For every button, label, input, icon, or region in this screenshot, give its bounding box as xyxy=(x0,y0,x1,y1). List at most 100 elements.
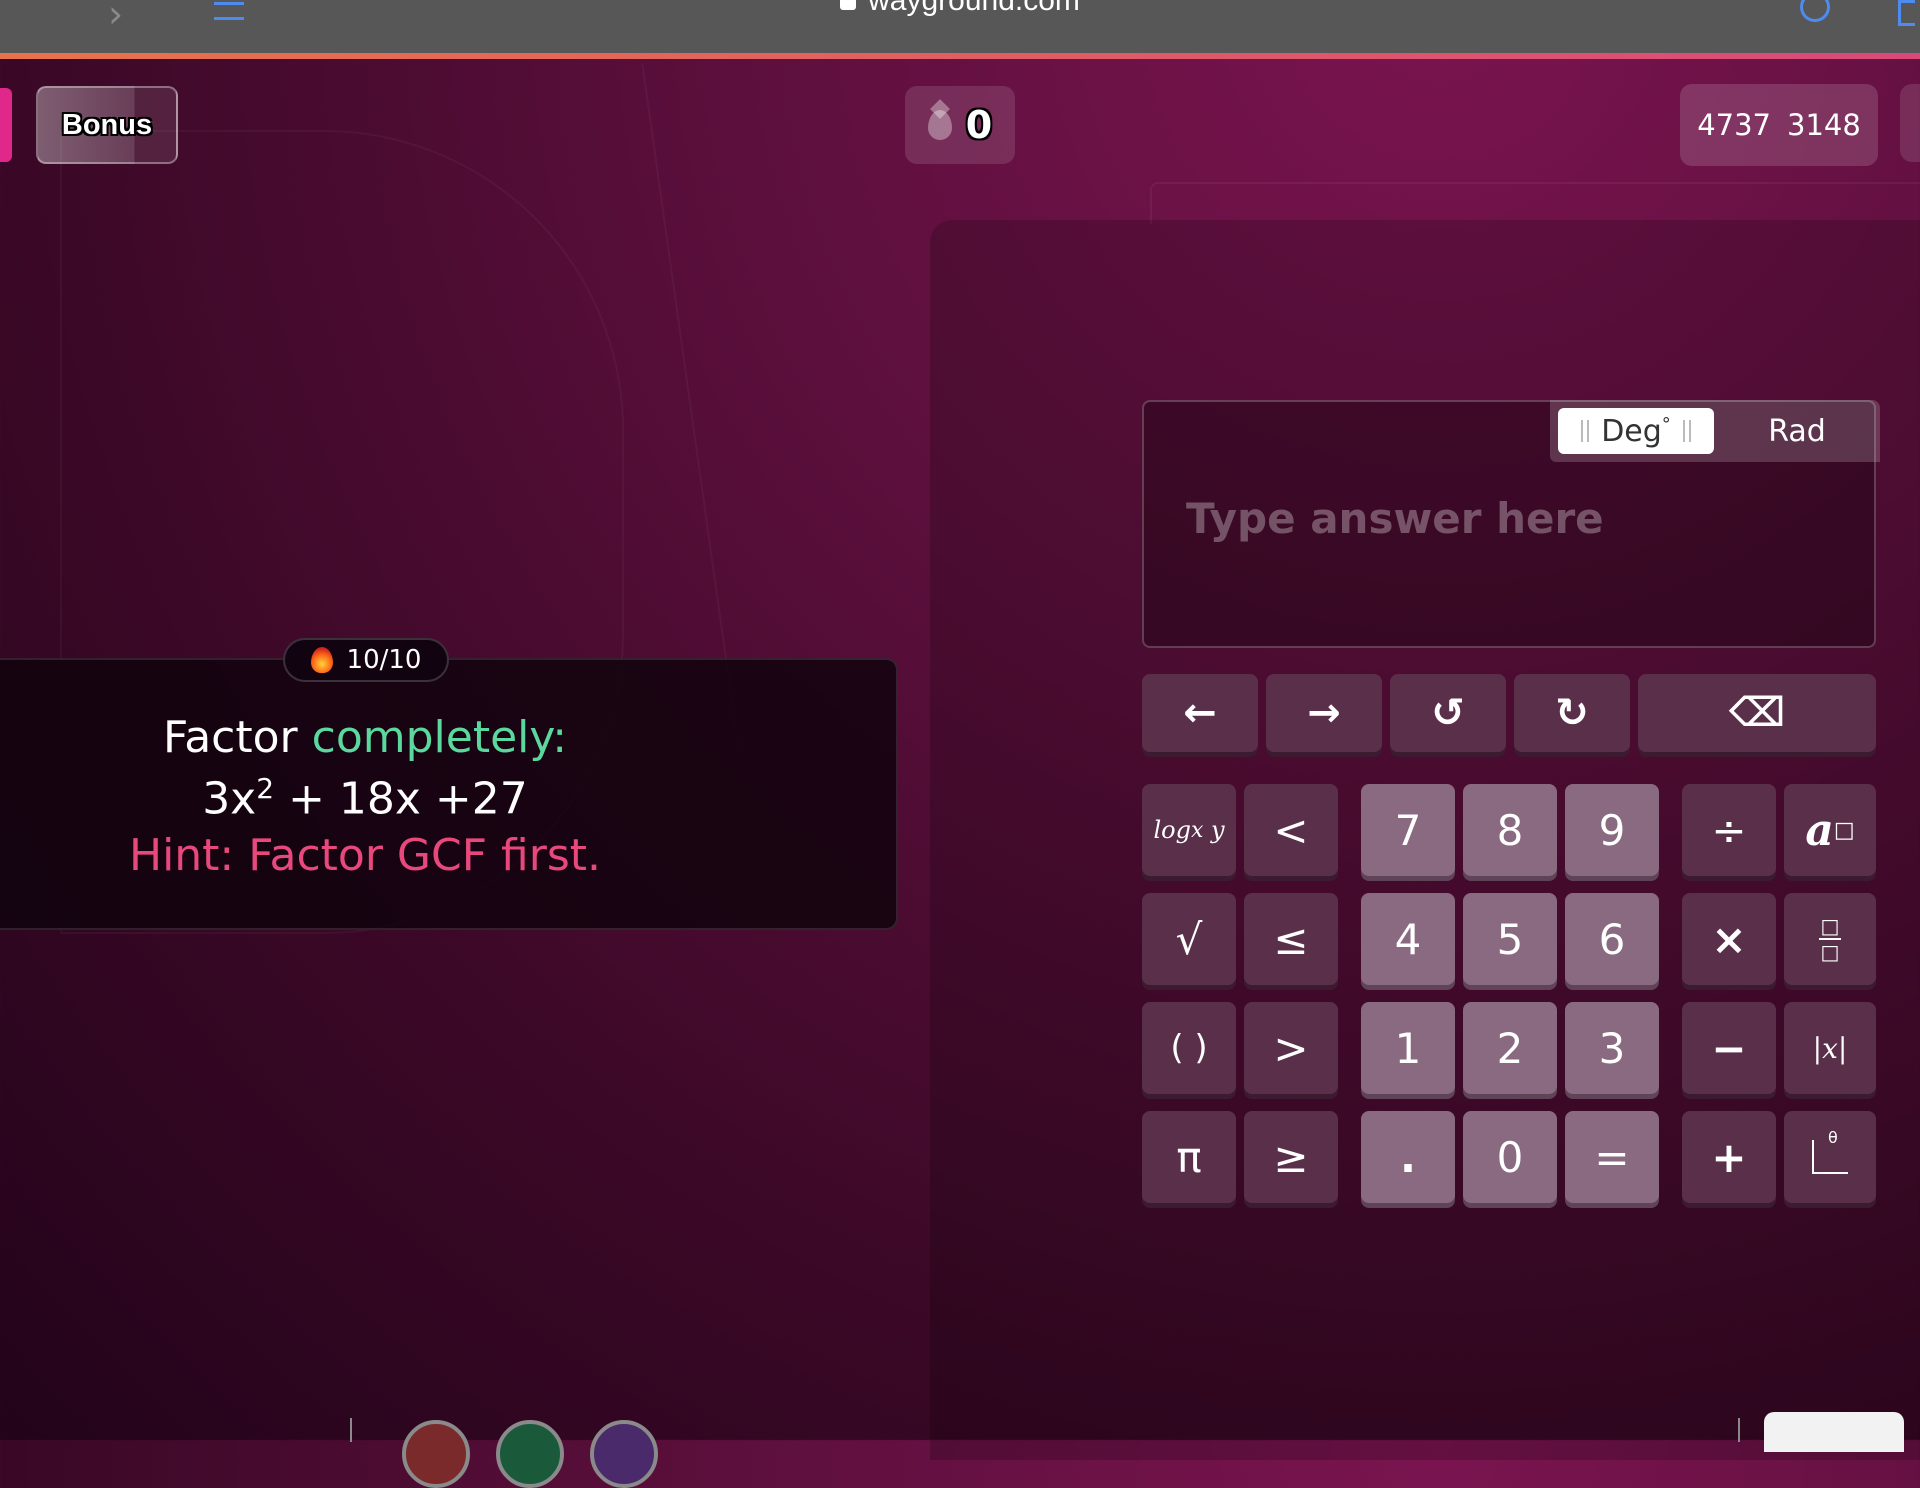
equals-label: = xyxy=(1594,1132,1630,1182)
expression-exponent: 2 xyxy=(256,772,275,805)
digit-9-button[interactable]: 9 xyxy=(1565,784,1659,876)
panel-outline xyxy=(1150,182,1920,224)
digit-label: 5 xyxy=(1496,914,1524,964)
digit-label: 8 xyxy=(1496,805,1524,855)
fraction-box-icon: □ xyxy=(1820,914,1840,938)
rad-label: Rad xyxy=(1768,413,1826,449)
streak-value: 0 xyxy=(965,103,993,147)
greater-equal-button[interactable]: ≥ xyxy=(1244,1111,1338,1203)
decimal-button[interactable]: . xyxy=(1361,1111,1455,1203)
digit-label: 9 xyxy=(1598,805,1626,855)
digit-6-button[interactable]: 6 xyxy=(1565,893,1659,985)
dot-label: . xyxy=(1400,1132,1416,1182)
tabs-edge-icon[interactable] xyxy=(1898,0,1915,26)
arrow-right-icon: → xyxy=(1307,690,1341,736)
question-accent: completely: xyxy=(311,712,568,763)
parens-label: ( ) xyxy=(1170,1028,1208,1068)
pi-button[interactable]: π xyxy=(1142,1111,1236,1203)
reload-icon[interactable] xyxy=(1800,0,1830,22)
parentheses-button[interactable]: ( ) xyxy=(1142,1002,1236,1094)
divide-button[interactable]: ÷ xyxy=(1682,784,1776,876)
answer-box[interactable]: Deg° Rad xyxy=(1142,400,1880,648)
expression-rest: + 18x +27 xyxy=(288,773,528,825)
bonus-button[interactable]: Bonus xyxy=(36,86,178,164)
bottom-action-button[interactable] xyxy=(1764,1412,1904,1452)
digit-1-button[interactable]: 1 xyxy=(1361,1002,1455,1094)
avatar[interactable] xyxy=(402,1420,470,1488)
left-edge-tab[interactable] xyxy=(0,88,12,162)
theta-label: θ xyxy=(1828,1128,1838,1147)
top-right-edge-button[interactable] xyxy=(1900,84,1920,162)
minus-label: − xyxy=(1711,1023,1747,1073)
grip-icon xyxy=(1682,420,1691,442)
fraction-box-icon: □ xyxy=(1820,940,1840,964)
log-button[interactable]: log x y xyxy=(1142,784,1236,876)
streak-counter: 0 xyxy=(905,86,1015,164)
digit-4-button[interactable]: 4 xyxy=(1361,893,1455,985)
digit-8-button[interactable]: 8 xyxy=(1463,784,1557,876)
nth-root-button[interactable]: √ xyxy=(1142,893,1236,985)
lt-label: < xyxy=(1273,805,1309,855)
deg-label: Deg xyxy=(1601,413,1662,449)
less-equal-button[interactable]: ≤ xyxy=(1244,893,1338,985)
cursor-right-button[interactable]: → xyxy=(1266,674,1382,752)
question-expression: 3x2 + 18x +27 xyxy=(0,772,730,825)
digit-2-button[interactable]: 2 xyxy=(1463,1002,1557,1094)
graph-icon: θ xyxy=(1812,1128,1848,1174)
lock-icon xyxy=(840,0,857,11)
multiply-label: × xyxy=(1711,914,1747,964)
bottom-divider xyxy=(1738,1418,1740,1442)
progress-text: 10/10 xyxy=(346,645,422,675)
bonus-label: Bonus xyxy=(61,108,153,141)
url-text: wayground.com xyxy=(868,0,1080,17)
arrow-left-icon: ← xyxy=(1183,690,1217,736)
equals-button[interactable]: = xyxy=(1565,1111,1659,1203)
undo-button[interactable]: ↺ xyxy=(1390,674,1506,752)
avatar[interactable] xyxy=(496,1420,564,1488)
angle-mode-toggle[interactable]: Deg° Rad xyxy=(1550,400,1880,462)
redo-button[interactable]: ↻ xyxy=(1514,674,1630,752)
background-line xyxy=(641,63,741,757)
cursor-left-button[interactable]: ← xyxy=(1142,674,1258,752)
digit-3-button[interactable]: 3 xyxy=(1565,1002,1659,1094)
plus-label: + xyxy=(1711,1132,1747,1182)
backspace-button[interactable]: ⌫ xyxy=(1638,674,1876,752)
greater-than-button[interactable]: > xyxy=(1244,1002,1338,1094)
rad-option[interactable]: Rad xyxy=(1714,414,1880,449)
less-than-button[interactable]: < xyxy=(1244,784,1338,876)
minus-button[interactable]: − xyxy=(1682,1002,1776,1094)
avatar[interactable] xyxy=(590,1420,658,1488)
log-label: log xyxy=(1153,816,1191,844)
browser-toolbar: › wayground.com xyxy=(0,0,1920,56)
multiply-button[interactable]: × xyxy=(1682,893,1776,985)
digit-label: 7 xyxy=(1394,805,1422,855)
drop-icon xyxy=(927,110,952,140)
deg-option[interactable]: Deg° xyxy=(1558,408,1714,454)
power-base: a xyxy=(1805,804,1834,856)
digit-0-button[interactable]: 0 xyxy=(1463,1111,1557,1203)
address-bar[interactable]: wayground.com xyxy=(0,0,1920,18)
question-progress: 10/10 xyxy=(283,638,449,682)
exponent-button[interactable]: a □ xyxy=(1784,784,1876,876)
redo-icon: ↻ xyxy=(1555,690,1589,736)
digit-7-button[interactable]: 7 xyxy=(1361,784,1455,876)
abs-icon: |x| xyxy=(1812,1031,1848,1065)
bottom-divider xyxy=(350,1418,352,1442)
graph-angle-button[interactable]: θ xyxy=(1784,1111,1876,1203)
log-base: x xyxy=(1190,817,1204,843)
digit-label: 4 xyxy=(1394,914,1422,964)
plus-button[interactable]: + xyxy=(1682,1111,1776,1203)
digit-5-button[interactable]: 5 xyxy=(1463,893,1557,985)
answer-input[interactable] xyxy=(1184,482,1808,554)
degree-mark: ° xyxy=(1661,413,1671,435)
divide-label: ÷ xyxy=(1711,805,1747,855)
digit-label: 6 xyxy=(1598,914,1626,964)
fraction-button[interactable]: □ □ xyxy=(1784,893,1876,985)
expression-prefix: 3x xyxy=(202,773,257,825)
log-arg: y xyxy=(1211,816,1225,844)
question-line-1: Factor completely: xyxy=(0,712,730,763)
undo-icon: ↺ xyxy=(1431,690,1465,736)
gt-label: > xyxy=(1273,1023,1309,1073)
ge-label: ≥ xyxy=(1273,1132,1309,1182)
absolute-value-button[interactable]: |x| xyxy=(1784,1002,1876,1094)
